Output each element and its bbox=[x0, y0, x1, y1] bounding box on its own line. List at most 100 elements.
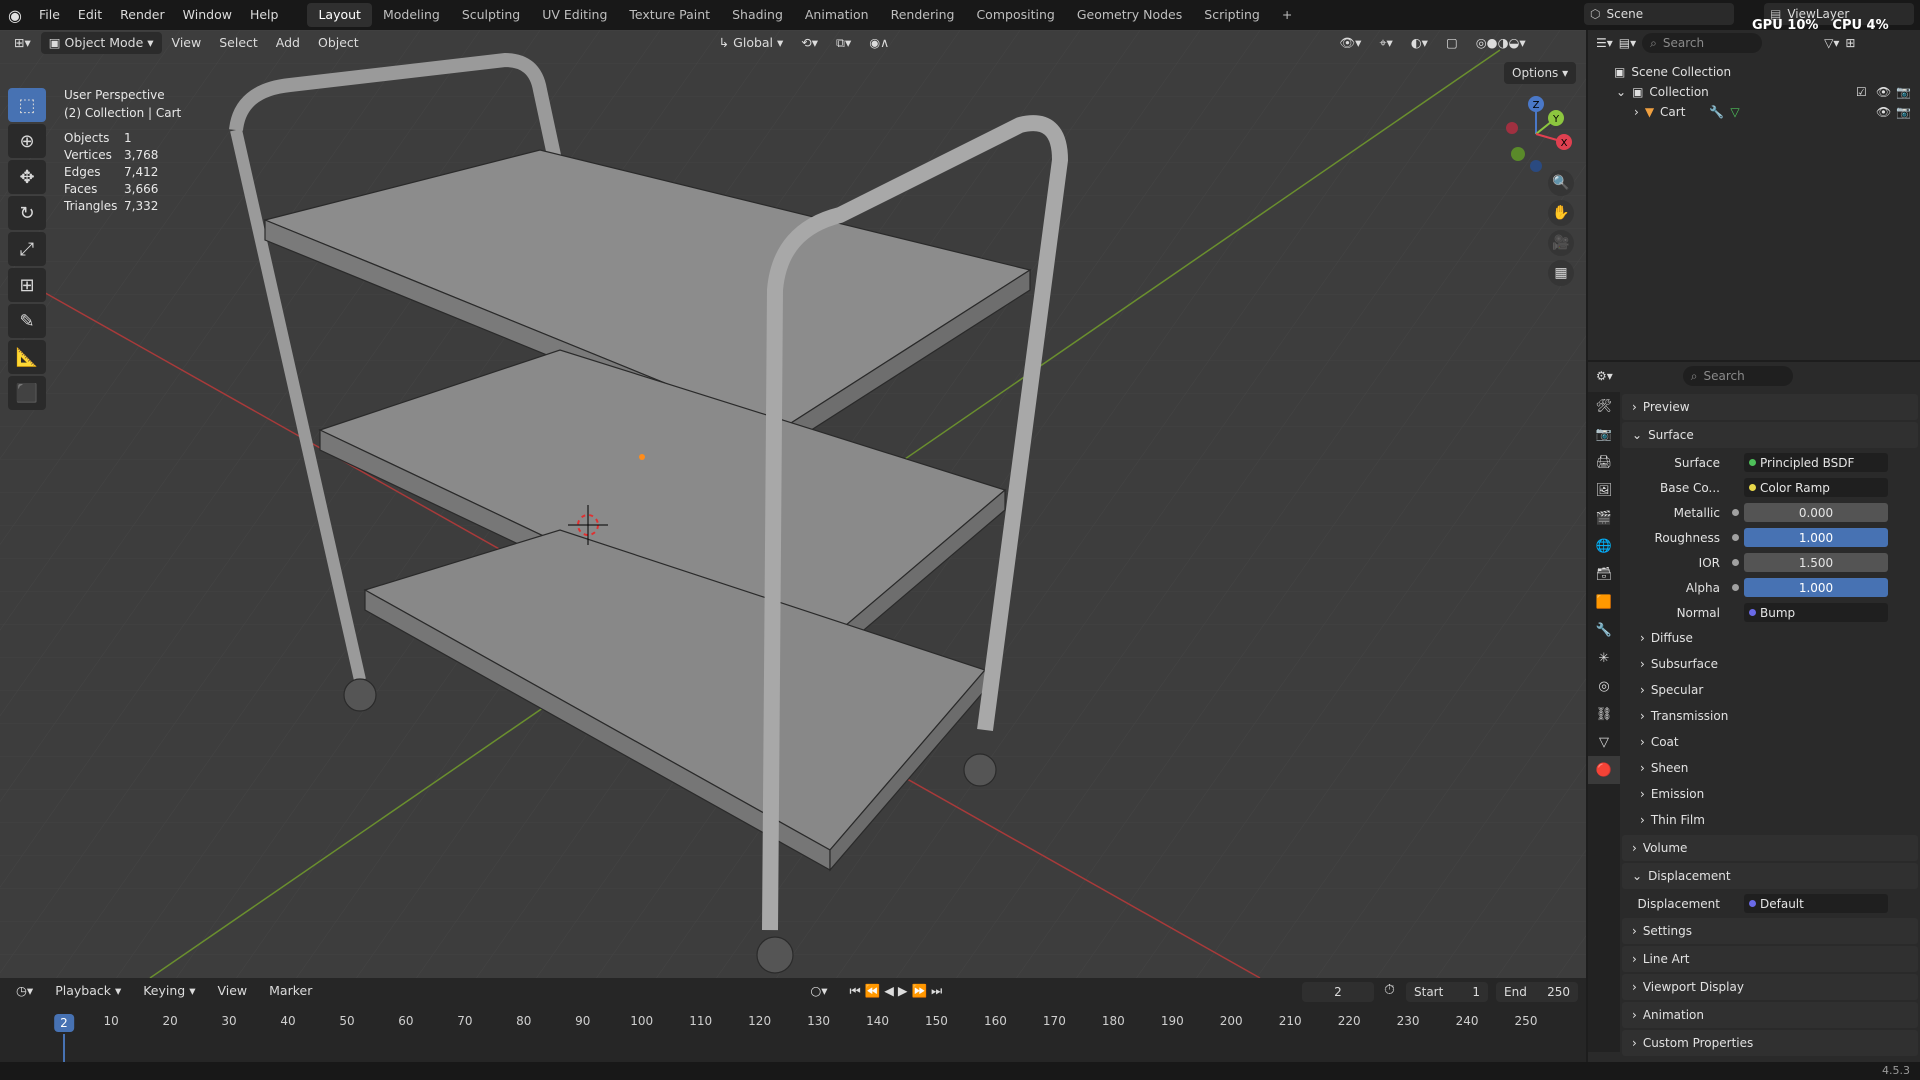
panel-volume[interactable]: › Volume bbox=[1622, 835, 1918, 861]
panel-preview[interactable]: › Preview bbox=[1622, 394, 1918, 420]
editor-type-icon[interactable]: ⊞▾ bbox=[6, 32, 39, 54]
menu-view[interactable]: View bbox=[164, 32, 210, 54]
panel-displacement[interactable]: ⌄ Displacement bbox=[1622, 863, 1918, 889]
subpanel-diffuse[interactable]: › Diffuse bbox=[1622, 625, 1918, 651]
tab-geometry-nodes[interactable]: Geometry Nodes bbox=[1066, 3, 1193, 27]
stopwatch-icon[interactable]: ⏱ bbox=[1384, 982, 1395, 998]
panel-surface[interactable]: ⌄ Surface bbox=[1622, 422, 1918, 448]
view-layer-tab-icon[interactable]: 🖼 bbox=[1588, 476, 1620, 504]
tab-texture-paint[interactable]: Texture Paint bbox=[618, 3, 721, 27]
subpanel-specular[interactable]: › Specular bbox=[1622, 677, 1918, 703]
data-tab-icon[interactable]: ▽ bbox=[1588, 728, 1620, 756]
collection-tab-icon[interactable]: 🗃 bbox=[1588, 560, 1620, 588]
menu-render[interactable]: Render bbox=[111, 3, 174, 27]
socket-dot-icon[interactable] bbox=[1749, 609, 1756, 616]
3d-viewport[interactable]: ⊞▾ ▣ Object Mode ▾ View Select Add Objec… bbox=[0, 30, 1586, 978]
panel-animation[interactable]: › Animation bbox=[1622, 1002, 1918, 1028]
chevron-right-icon[interactable]: › bbox=[1634, 105, 1639, 119]
blender-logo-icon[interactable]: ◉ bbox=[0, 0, 30, 30]
subpanel-subsurface[interactable]: › Subsurface bbox=[1622, 651, 1918, 677]
start-frame-field[interactable]: Start 1 bbox=[1406, 982, 1488, 1002]
auto-key-icon[interactable]: ○▾ bbox=[802, 980, 835, 1002]
socket-dot-icon[interactable] bbox=[1749, 484, 1756, 491]
shading-modes[interactable]: ◎●◑◒▾ bbox=[1468, 32, 1534, 54]
object-row[interactable]: › ▼ Cart 🔧 ▽ 👁 📷 bbox=[1588, 102, 1920, 122]
scene-selector[interactable]: ⬡ Scene bbox=[1584, 3, 1734, 25]
menu-marker[interactable]: Marker bbox=[261, 980, 320, 1002]
tab-sculpting[interactable]: Sculpting bbox=[451, 3, 531, 27]
add-workspace-icon[interactable]: + bbox=[1271, 3, 1303, 27]
input-value-field[interactable]: Bump bbox=[1744, 603, 1888, 622]
input-value-field[interactable]: 1.000 bbox=[1732, 528, 1888, 547]
transform-tool-icon[interactable]: ⊞ bbox=[8, 268, 46, 302]
gizmo-toggle-icon[interactable]: ⌖▾ bbox=[1371, 32, 1400, 54]
tab-uv-editing[interactable]: UV Editing bbox=[531, 3, 618, 27]
scale-tool-icon[interactable]: ⤢ bbox=[8, 232, 46, 266]
subpanel-sheen[interactable]: › Sheen bbox=[1622, 755, 1918, 781]
menu-edit[interactable]: Edit bbox=[69, 3, 111, 27]
cursor-tool-icon[interactable]: ⊕ bbox=[8, 124, 46, 158]
properties-search[interactable]: ⌕ Search bbox=[1682, 366, 1793, 386]
scene-collection-row[interactable]: ▣ Scene Collection bbox=[1588, 62, 1920, 82]
socket-dot-icon[interactable] bbox=[1732, 534, 1739, 541]
output-tab-icon[interactable]: 🖨 bbox=[1588, 448, 1620, 476]
proportional-edit-icon[interactable]: ◉∧ bbox=[861, 32, 897, 54]
menu-window[interactable]: Window bbox=[174, 3, 241, 27]
annotate-tool-icon[interactable]: ✎ bbox=[8, 304, 46, 338]
new-collection-icon[interactable]: ⊞ bbox=[1845, 36, 1855, 50]
current-frame-field[interactable]: 2 bbox=[1302, 982, 1374, 1002]
timeline-editor-icon[interactable]: ◷▾ bbox=[8, 980, 41, 1002]
panel-viewport-display[interactable]: › Viewport Display bbox=[1622, 974, 1918, 1000]
outliner-search[interactable]: ⌕ Search bbox=[1642, 33, 1763, 53]
frame-ruler[interactable]: 10 20 30 40 50 60 70 80 90 100 110 120 130 140 150 160 1… bbox=[0, 1014, 1586, 1034]
add-cube-tool-icon[interactable]: ⬛ bbox=[8, 376, 46, 410]
xray-icon[interactable]: ▢ bbox=[1438, 32, 1466, 54]
properties-editor-icon[interactable]: ⚙▾ bbox=[1596, 369, 1613, 383]
input-value-field[interactable]: 1.500 bbox=[1732, 553, 1888, 572]
checkbox-icon[interactable]: ☑ bbox=[1856, 85, 1867, 99]
tab-scripting[interactable]: Scripting bbox=[1193, 3, 1271, 27]
menu-object[interactable]: Object bbox=[310, 32, 367, 54]
menu-file[interactable]: File bbox=[30, 3, 69, 27]
chevron-down-icon[interactable]: ⌄ bbox=[1616, 85, 1626, 99]
input-value-field[interactable]: Color Ramp bbox=[1744, 478, 1888, 497]
playhead-frame[interactable]: 2 bbox=[54, 1014, 74, 1032]
socket-dot-icon[interactable] bbox=[1732, 559, 1739, 566]
input-value-field[interactable]: 1.000 bbox=[1732, 578, 1888, 597]
camera-icon[interactable]: 📷 bbox=[1896, 105, 1911, 119]
menu-help[interactable]: Help bbox=[241, 3, 288, 27]
end-frame-field[interactable]: End 250 bbox=[1496, 982, 1578, 1002]
camera-icon[interactable]: 📷 bbox=[1896, 85, 1911, 99]
particles-tab-icon[interactable]: ✳ bbox=[1588, 644, 1620, 672]
rotate-tool-icon[interactable]: ↻ bbox=[8, 196, 46, 230]
panel-line-art[interactable]: › Line Art bbox=[1622, 946, 1918, 972]
tab-animation[interactable]: Animation bbox=[794, 3, 880, 27]
tool-tab-icon[interactable]: 🛠 bbox=[1588, 392, 1620, 420]
measure-tool-icon[interactable]: 📐 bbox=[8, 340, 46, 374]
menu-view-timeline[interactable]: View bbox=[209, 980, 255, 1002]
world-tab-icon[interactable]: 🌐 bbox=[1588, 532, 1620, 560]
displacement-link-field[interactable]: Default bbox=[1744, 894, 1888, 913]
outliner-editor-icon[interactable]: ☰▾ bbox=[1596, 36, 1613, 50]
move-tool-icon[interactable]: ✥ bbox=[8, 160, 46, 194]
menu-add[interactable]: Add bbox=[268, 32, 308, 54]
pivot-icon[interactable]: ⟲▾ bbox=[793, 32, 826, 54]
pan-hand-icon[interactable]: ✋ bbox=[1548, 200, 1574, 226]
playhead[interactable] bbox=[63, 1034, 65, 1064]
tab-shading[interactable]: Shading bbox=[721, 3, 794, 27]
zoom-icon[interactable]: 🔍 bbox=[1548, 170, 1574, 196]
object-tab-icon[interactable]: 🟧 bbox=[1588, 588, 1620, 616]
transform-orientation[interactable]: ↳ Global ▾ bbox=[711, 32, 792, 54]
subpanel-coat[interactable]: › Coat bbox=[1622, 729, 1918, 755]
scene-tab-icon[interactable]: 🎬 bbox=[1588, 504, 1620, 532]
mode-selector[interactable]: ▣ Object Mode ▾ bbox=[40, 32, 162, 54]
filter-icon[interactable]: ▽▾ bbox=[1824, 36, 1839, 50]
tab-layout[interactable]: Layout bbox=[307, 3, 372, 27]
render-tab-icon[interactable]: 📷 bbox=[1588, 420, 1620, 448]
playback-controls[interactable]: ⏮ ⏪ ◀ ▶ ⏩ ⏭ bbox=[842, 980, 951, 1002]
collection-row[interactable]: ⌄ ▣ Collection ☑ 👁 📷 bbox=[1588, 82, 1920, 102]
panel-settings[interactable]: › Settings bbox=[1622, 918, 1918, 944]
menu-keying[interactable]: Keying ▾ bbox=[135, 980, 203, 1002]
modifier-tab-icon[interactable]: 🔧 bbox=[1588, 616, 1620, 644]
subpanel-emission[interactable]: › Emission bbox=[1622, 781, 1918, 807]
